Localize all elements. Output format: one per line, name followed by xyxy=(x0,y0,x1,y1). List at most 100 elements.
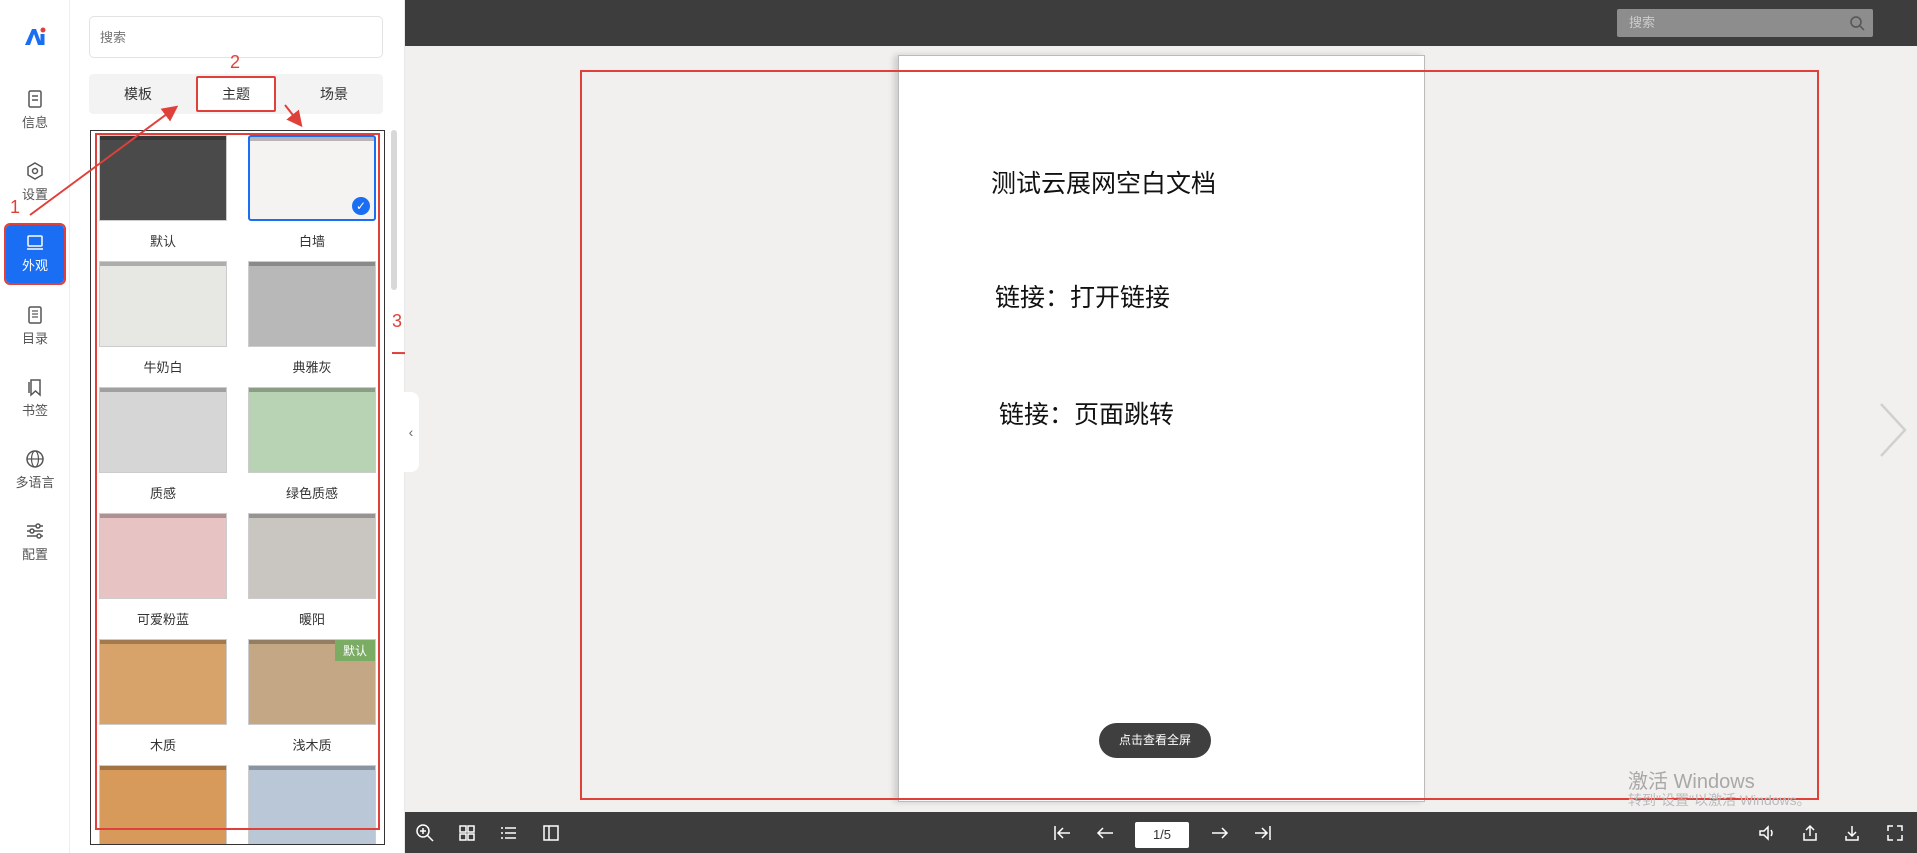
theme-name: 典雅灰 xyxy=(292,360,332,375)
thumbnail-toolbar xyxy=(100,262,226,266)
selected-check-icon: ✓ xyxy=(352,197,370,215)
tab-template[interactable]: 模板 xyxy=(89,74,187,114)
theme-name: 绿色质感 xyxy=(285,486,338,501)
hexagon-gear-icon xyxy=(27,162,43,180)
viewer-topbar: 搜索 xyxy=(405,0,1917,46)
view-fullscreen-button[interactable]: 点击查看全屏 xyxy=(1099,723,1211,758)
zoom-in-icon[interactable] xyxy=(415,823,435,843)
theme-name: 质感 xyxy=(149,486,176,501)
rail-item-config[interactable]: 配置 xyxy=(6,514,64,572)
sound-icon[interactable] xyxy=(1757,823,1777,843)
theme-item[interactable] xyxy=(99,765,227,844)
book-page[interactable]: 测试云展网空白文档 链接：打开链接 链接：页面跳转 点击查看全屏 xyxy=(898,55,1425,802)
viewer-bottombar: 1/5 xyxy=(405,812,1917,853)
rail-item-label: 书签 xyxy=(21,403,48,418)
theme-item[interactable] xyxy=(248,765,376,844)
download-icon[interactable] xyxy=(1842,823,1862,843)
fullscreen-icon[interactable] xyxy=(1885,823,1905,843)
theme-item[interactable]: 可爱粉蓝 xyxy=(99,513,227,628)
page-link[interactable]: 链接：打开链接 xyxy=(995,278,1170,314)
annotation-label: 1 xyxy=(10,197,21,217)
previous-page-icon[interactable] xyxy=(1095,823,1115,843)
theme-thumbnail[interactable]: 默认 xyxy=(248,639,376,725)
theme-panel: 模板 主题 场景 默认 ✓ 白墙牛奶白 典雅灰质感 绿色质感可爱粉蓝 暖阳木质 默认浅木质 xyxy=(70,0,405,853)
thumbnail-toolbar xyxy=(100,766,226,770)
list-document-icon xyxy=(28,306,42,324)
panel-scrollbar[interactable] xyxy=(391,130,397,290)
theme-thumbnail[interactable] xyxy=(248,765,376,844)
theme-thumbnail[interactable] xyxy=(99,261,227,347)
table-of-contents-icon[interactable] xyxy=(499,823,519,843)
theme-name: 白墙 xyxy=(298,234,325,249)
thumbnails-icon[interactable] xyxy=(457,823,477,843)
theme-name: 牛奶白 xyxy=(143,360,183,375)
theme-name: 暖阳 xyxy=(298,612,325,627)
rail-item-info[interactable]: 信息 xyxy=(6,82,64,140)
next-page-arrow-icon[interactable] xyxy=(1873,400,1913,460)
theme-item[interactable]: ✓ 白墙 xyxy=(248,135,376,250)
single-page-icon[interactable] xyxy=(541,823,561,843)
theme-item[interactable]: 默认浅木质 xyxy=(248,639,376,754)
collapse-panel-button[interactable]: ‹ xyxy=(403,392,419,472)
theme-thumbnail[interactable] xyxy=(248,387,376,473)
tab-label: 模板 xyxy=(124,86,152,102)
thumbnail-toolbar xyxy=(100,136,226,140)
theme-thumbnail[interactable] xyxy=(99,135,227,221)
theme-item[interactable]: 牛奶白 xyxy=(99,261,227,376)
theme-item[interactable]: 默认 xyxy=(99,135,227,250)
theme-name: 默认 xyxy=(149,234,176,249)
last-page-icon[interactable] xyxy=(1253,823,1273,843)
theme-name: 木质 xyxy=(149,738,176,753)
rail-item-bookmark[interactable]: 书签 xyxy=(6,370,64,428)
left-rail: 信息 设置 外观 目录 书签 多语言 配置 xyxy=(0,0,70,853)
panel-tabs: 模板 主题 场景 xyxy=(89,74,383,114)
thumbnail-toolbar xyxy=(100,388,226,392)
rail-item-appearance[interactable]: 外观 xyxy=(4,223,66,285)
tab-scene[interactable]: 场景 xyxy=(285,74,383,114)
theme-thumbnail[interactable] xyxy=(99,639,227,725)
page-link[interactable]: 链接：页面跳转 xyxy=(999,395,1174,431)
default-badge: 默认 xyxy=(334,640,375,661)
theme-item[interactable]: 木质 xyxy=(99,639,227,754)
viewer-search-input[interactable]: 搜索 xyxy=(1617,9,1873,37)
theme-name: 可爱粉蓝 xyxy=(136,612,189,627)
tab-label: 场景 xyxy=(320,86,348,102)
windows-activation-text: 转到"设置"以激活 Windows。 xyxy=(1628,792,1811,808)
theme-thumbnail[interactable] xyxy=(99,765,227,844)
theme-thumbnail[interactable] xyxy=(248,513,376,599)
theme-item[interactable]: 暖阳 xyxy=(248,513,376,628)
rail-item-label: 外观 xyxy=(21,258,48,273)
bookmark-icon xyxy=(28,379,41,397)
theme-item[interactable]: 典雅灰 xyxy=(248,261,376,376)
rail-item-toc[interactable]: 目录 xyxy=(6,298,64,356)
theme-thumbnail[interactable]: ✓ xyxy=(248,135,376,221)
first-page-icon[interactable] xyxy=(1052,823,1072,843)
thumbnail-toolbar xyxy=(249,514,375,518)
theme-item[interactable]: 质感 xyxy=(99,387,227,502)
monitor-icon xyxy=(27,235,43,250)
next-page-icon[interactable] xyxy=(1210,823,1230,843)
theme-name: 浅木质 xyxy=(292,738,332,753)
viewer-search-placeholder: 搜索 xyxy=(1629,15,1656,30)
thumbnail-toolbar xyxy=(100,514,226,518)
rail-item-label: 多语言 xyxy=(15,475,55,490)
tab-theme[interactable]: 主题 xyxy=(187,74,285,114)
theme-thumbnail[interactable] xyxy=(248,261,376,347)
share-icon[interactable] xyxy=(1800,823,1820,843)
app-logo-icon xyxy=(25,27,46,45)
theme-thumbnail[interactable] xyxy=(99,513,227,599)
search-icon[interactable] xyxy=(1849,15,1865,31)
rail-item-label: 设置 xyxy=(21,187,48,202)
rail-item-label: 配置 xyxy=(21,547,48,562)
tab-label: 主题 xyxy=(196,76,276,112)
page-indicator[interactable]: 1/5 xyxy=(1135,822,1189,848)
thumbnail-toolbar xyxy=(250,137,374,141)
thumbnail-toolbar xyxy=(249,262,375,266)
theme-thumbnail[interactable] xyxy=(99,387,227,473)
rail-item-label: 目录 xyxy=(21,331,48,346)
page-text: 测试云展网空白文档 xyxy=(991,171,1217,198)
globe-icon xyxy=(26,450,44,468)
annotation-label: 2 xyxy=(230,52,241,72)
theme-item[interactable]: 绿色质感 xyxy=(248,387,376,502)
rail-item-language[interactable]: 多语言 xyxy=(6,442,64,500)
